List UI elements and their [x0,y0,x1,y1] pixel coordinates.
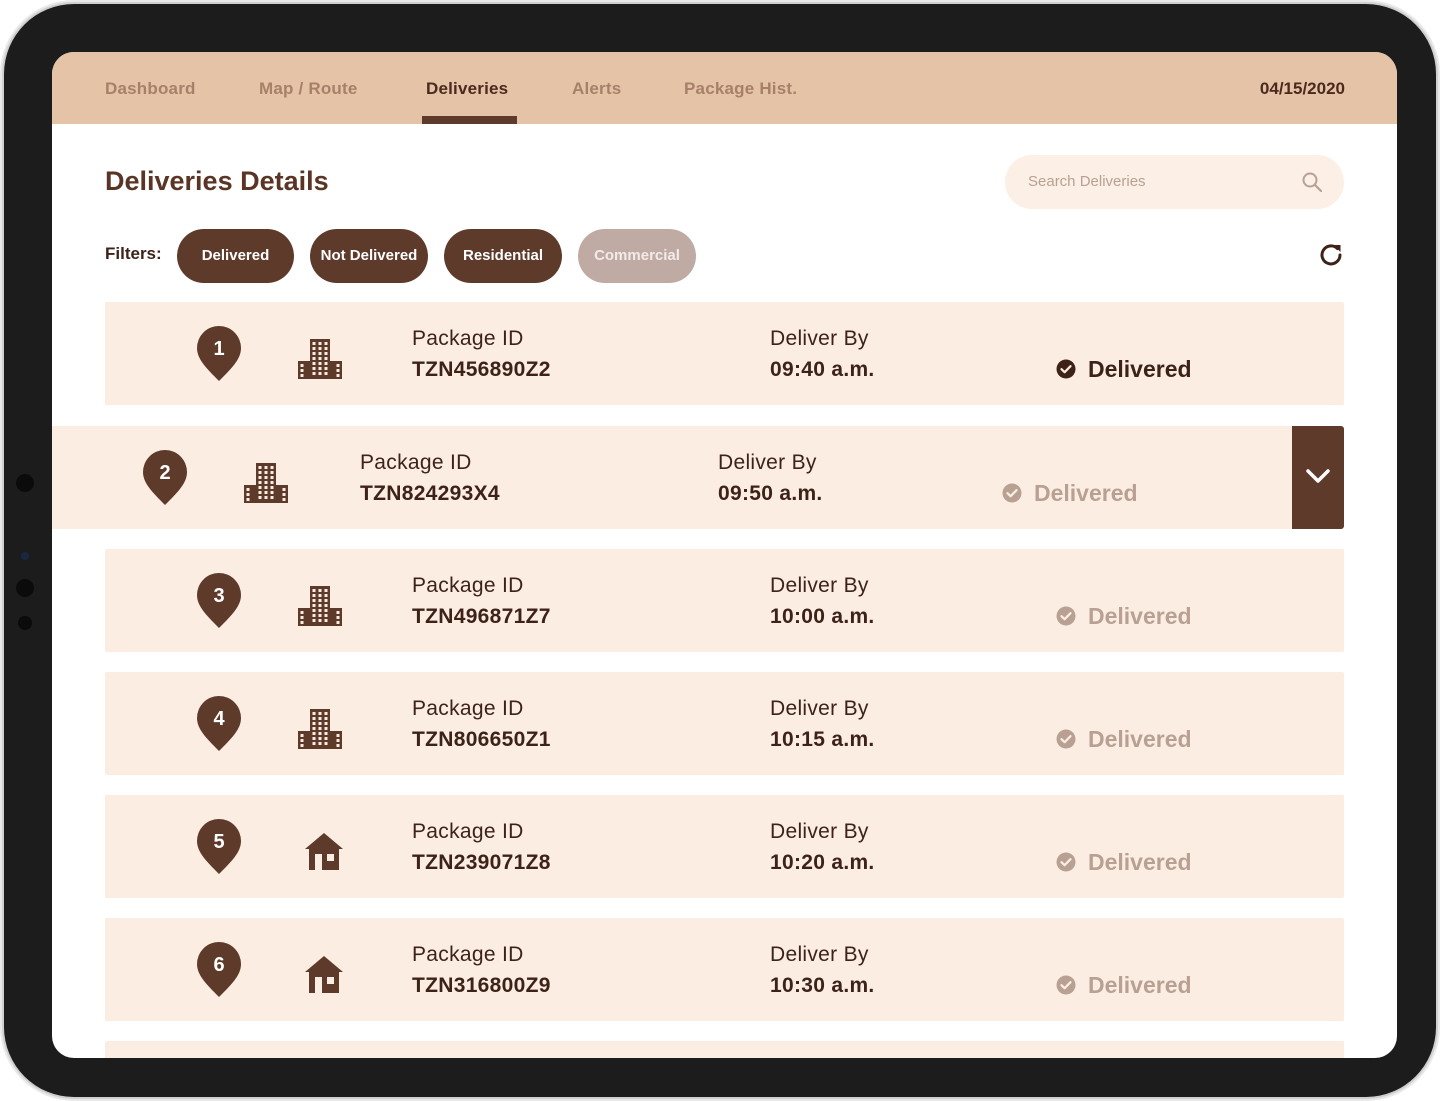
sensor-dot [16,579,34,597]
camera-lens [21,552,29,560]
deliver-by-label: Deliver By [718,451,817,474]
filter-not-delivered[interactable]: Not Delivered [310,229,428,283]
delivery-row[interactable]: 5 Package ID TZN239071Z8 Deliver By 10:20 a.… [105,795,1344,898]
delivery-row-partial [105,1041,1344,1058]
delivery-row[interactable]: 2 Package ID TZN824293X4 Deliver By 09:50 a.… [52,426,1344,529]
search-icon[interactable] [1300,170,1324,194]
package-id-value: TZN239071Z8 [412,851,551,874]
check-circle-icon [1056,359,1076,379]
filters-label: Filters: [105,244,162,263]
camera-dot [16,474,34,492]
deliver-by-value: 09:50 a.m. [718,482,823,505]
check-circle-icon [1056,606,1076,626]
check-circle-icon [1056,729,1076,749]
package-id-label: Package ID [412,943,524,966]
deliver-by-label: Deliver By [770,697,869,720]
check-circle-icon [1056,852,1076,872]
search-placeholder: Search Deliveries [1028,173,1146,190]
delivery-status-text: Delivered [1088,972,1192,998]
stop-marker-icon: 5 [196,819,242,875]
stop-number: 6 [213,954,225,976]
filter-delivered[interactable]: Delivered [177,229,294,283]
house-icon [305,956,343,993]
deliver-by-label: Deliver By [770,327,869,350]
delivery-row[interactable]: 1 Package ID TZN456890Z2 Deliver By 09:40 a.… [105,302,1344,405]
stop-marker-icon: 2 [142,450,188,506]
top-nav: Dashboard Map / Route Deliveries Alerts … [52,52,1397,124]
delivery-status-text: Delivered [1088,726,1192,752]
refresh-icon[interactable] [1316,240,1346,270]
tab-deliveries[interactable]: Deliveries [426,52,508,124]
package-id-value: TZN824293X4 [360,482,500,505]
stop-marker-icon: 4 [196,696,242,752]
chevron-down-icon [1306,469,1330,483]
sensor-dot [18,616,32,630]
tablet-frame: Dashboard Map / Route Deliveries Alerts … [4,4,1436,1097]
tab-package-history[interactable]: Package Hist. [684,52,797,124]
expand-row-button[interactable] [1292,426,1344,529]
stop-marker-icon: 3 [196,573,242,629]
deliver-by-label: Deliver By [770,820,869,843]
tab-alerts[interactable]: Alerts [572,52,621,124]
tab-dashboard[interactable]: Dashboard [105,52,196,124]
search-input[interactable]: Search Deliveries [1005,155,1344,209]
deliver-by-value: 10:20 a.m. [770,851,875,874]
deliver-by-label: Deliver By [770,943,869,966]
deliver-by-value: 10:15 a.m. [770,728,875,751]
package-id-label: Package ID [360,451,472,474]
package-id-label: Package ID [412,327,524,350]
delivery-status-text: Delivered [1088,849,1192,875]
stop-number: 2 [159,462,171,484]
office-building-icon [298,586,342,626]
package-id-value: TZN456890Z2 [412,358,551,381]
filter-residential[interactable]: Residential [444,229,562,283]
deliver-by-value: 10:00 a.m. [770,605,875,628]
current-date: 04/15/2020 [1259,79,1345,98]
app-screen: Dashboard Map / Route Deliveries Alerts … [52,52,1397,1058]
page-title: Deliveries Details [105,166,329,196]
active-tab-indicator [422,116,517,124]
stop-number: 4 [213,708,225,730]
package-id-value: TZN496871Z7 [412,605,551,628]
delivery-status-text: Delivered [1088,356,1192,382]
delivery-row[interactable]: 6 Package ID TZN316800Z9 Deliver By 10:30 a.… [105,918,1344,1021]
package-id-label: Package ID [412,820,524,843]
stop-marker-icon: 1 [196,326,242,382]
delivery-row[interactable]: 3 Package ID TZN496871Z7 Deliver By 10:00 a.… [105,549,1344,652]
office-building-icon [244,463,288,503]
stop-number: 3 [213,585,225,607]
deliver-by-value: 09:40 a.m. [770,358,875,381]
package-id-value: TZN806650Z1 [412,728,551,751]
check-circle-icon [1002,483,1022,503]
package-id-value: TZN316800Z9 [412,974,551,997]
check-circle-icon [1056,975,1076,995]
deliver-by-value: 10:30 a.m. [770,974,875,997]
office-building-icon [298,339,342,379]
stop-number: 5 [213,831,225,853]
stop-number: 1 [213,338,225,360]
package-id-label: Package ID [412,574,524,597]
delivery-status-text: Delivered [1088,603,1192,629]
deliver-by-label: Deliver By [770,574,869,597]
delivery-status-text: Delivered [1034,480,1138,506]
office-building-icon [298,709,342,749]
stop-marker-icon: 6 [196,942,242,998]
delivery-row[interactable]: 4 Package ID TZN806650Z1 Deliver By 10:15 a.… [105,672,1344,775]
filter-commercial[interactable]: Commercial [578,229,696,283]
tab-map-route[interactable]: Map / Route [259,52,358,124]
package-id-label: Package ID [412,697,524,720]
house-icon [305,833,343,870]
